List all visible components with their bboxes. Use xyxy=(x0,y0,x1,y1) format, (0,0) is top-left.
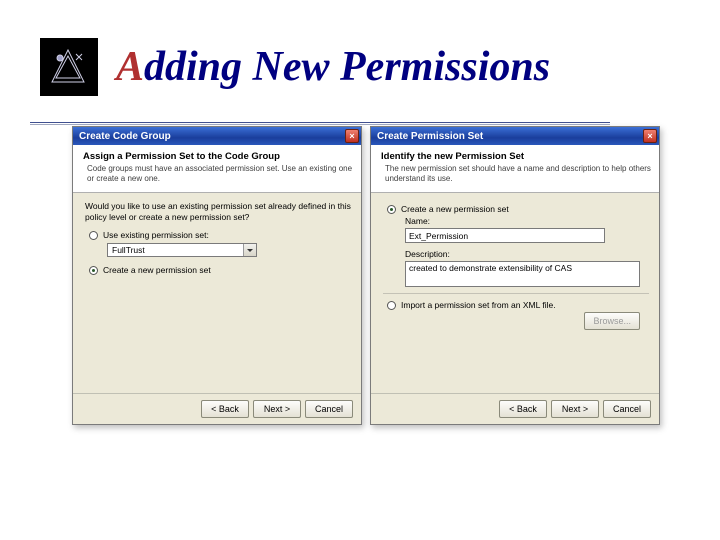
divider xyxy=(383,293,649,294)
dialog-create-code-group: Create Code Group × Assign a Permission … xyxy=(72,126,362,425)
title-underline xyxy=(30,122,610,123)
wizard-subheading: Code groups must have an associated perm… xyxy=(83,164,353,184)
option-label: Create a new permission set xyxy=(103,265,211,275)
titlebar[interactable]: Create Code Group × xyxy=(73,127,361,145)
slide-title: Adding New Permissions xyxy=(116,43,550,91)
option-label: Use existing permission set: xyxy=(103,230,209,240)
wizard-header: Assign a Permission Set to the Code Grou… xyxy=(73,145,361,193)
titlebar-text: Create Code Group xyxy=(79,131,345,142)
combo-value: FullTrust xyxy=(112,245,145,255)
option-label: Import a permission set from an XML file… xyxy=(401,300,556,310)
wizard-heading: Assign a Permission Set to the Code Grou… xyxy=(83,151,353,162)
close-icon[interactable]: × xyxy=(643,129,657,143)
description-label: Description: xyxy=(405,249,649,259)
wizard-heading: Identify the new Permission Set xyxy=(381,151,651,162)
radio-icon[interactable] xyxy=(89,266,98,275)
cancel-button[interactable]: Cancel xyxy=(603,400,651,418)
back-button[interactable]: < Back xyxy=(201,400,249,418)
option-create-new[interactable]: Create a new permission set xyxy=(89,265,351,275)
radio-icon[interactable] xyxy=(89,231,98,240)
prompt-text: Would you like to use an existing permis… xyxy=(85,201,351,222)
slide-logo-icon xyxy=(40,38,98,96)
wizard-subheading: The new permission set should have a nam… xyxy=(381,164,651,184)
radio-icon[interactable] xyxy=(387,301,396,310)
dialog-create-permission-set: Create Permission Set × Identify the new… xyxy=(370,126,660,425)
slide-header: Adding New Permissions xyxy=(0,0,720,98)
next-button[interactable]: Next > xyxy=(253,400,301,418)
next-button[interactable]: Next > xyxy=(551,400,599,418)
wizard-body: Would you like to use an existing permis… xyxy=(73,193,361,393)
option-import-xml[interactable]: Import a permission set from an XML file… xyxy=(387,300,649,310)
wizard-buttons: < Back Next > Cancel xyxy=(371,393,659,424)
browse-button: Browse... xyxy=(584,312,640,330)
option-label: Create a new permission set xyxy=(401,204,509,214)
chevron-down-icon[interactable] xyxy=(243,244,256,256)
wizard-header: Identify the new Permission Set The new … xyxy=(371,145,659,193)
option-create-new[interactable]: Create a new permission set xyxy=(387,204,649,214)
description-field[interactable]: created to demonstrate extensibility of … xyxy=(405,261,640,287)
titlebar-text: Create Permission Set xyxy=(377,131,643,142)
name-label: Name: xyxy=(405,216,649,226)
permission-set-combo[interactable]: FullTrust xyxy=(107,243,257,257)
close-icon[interactable]: × xyxy=(345,129,359,143)
titlebar[interactable]: Create Permission Set × xyxy=(371,127,659,145)
option-use-existing[interactable]: Use existing permission set: xyxy=(89,230,351,240)
name-field[interactable] xyxy=(405,228,605,243)
radio-icon[interactable] xyxy=(387,205,396,214)
back-button[interactable]: < Back xyxy=(499,400,547,418)
cancel-button[interactable]: Cancel xyxy=(305,400,353,418)
wizard-buttons: < Back Next > Cancel xyxy=(73,393,361,424)
wizard-body: Create a new permission set Name: Descri… xyxy=(371,193,659,393)
